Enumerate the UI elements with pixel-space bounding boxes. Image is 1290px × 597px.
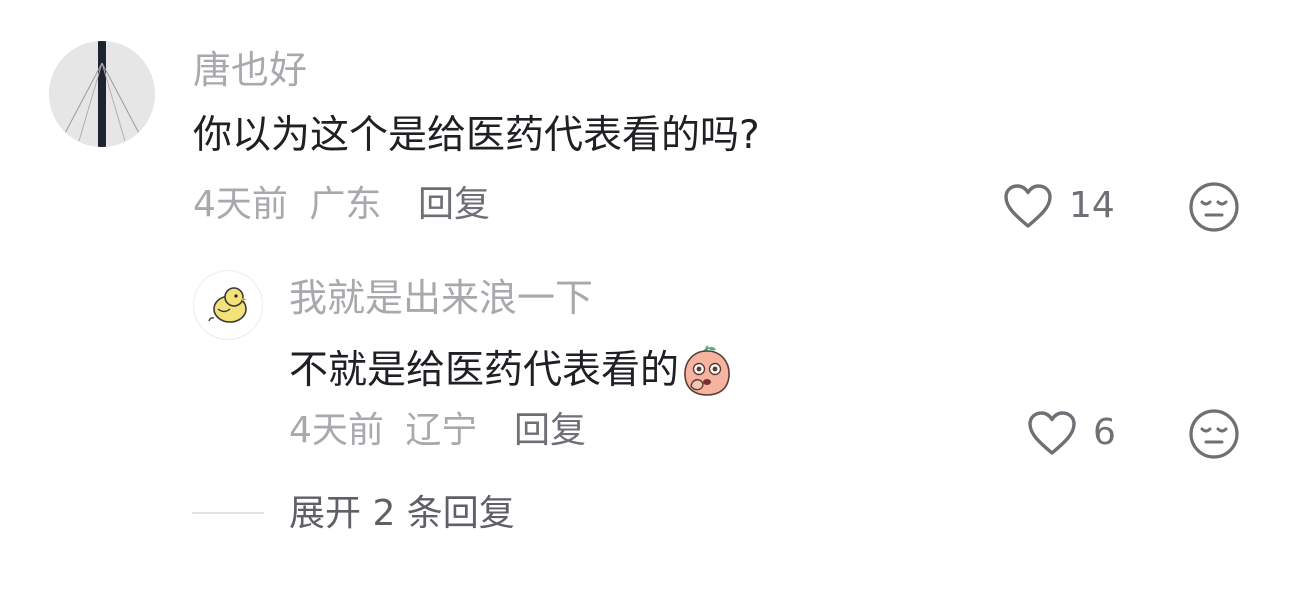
reply-text: 不就是给医药代表看的 (289, 347, 680, 393)
comment-text: 你以为这个是给医药代表看的吗? (193, 113, 760, 158)
peach-shy-emoji (684, 345, 730, 396)
heart-outline-icon (1004, 184, 1052, 228)
reply-button[interactable]: 回复 (418, 187, 490, 223)
comment-meta: 4天前 广东 (193, 187, 381, 223)
reply-content: 不就是给医药代表看的 (289, 342, 733, 398)
neutral-face-icon (1189, 409, 1239, 459)
expand-replies-button[interactable]: 展开 2 条回复 (289, 496, 515, 532)
reply-time: 4天前 (289, 410, 384, 451)
reply-meta: 4天前 辽宁 (289, 413, 477, 449)
comment-location: 广东 (309, 184, 382, 225)
like-button[interactable]: 14 (1003, 183, 1115, 229)
comment-time: 4天前 (193, 184, 288, 225)
neutral-face-icon (1189, 182, 1239, 232)
like-count: 14 (1069, 185, 1115, 226)
reply-dislike-button[interactable] (1188, 408, 1240, 464)
expand-divider (192, 512, 264, 514)
reply-like-count: 6 (1093, 412, 1116, 453)
avatar-image (49, 41, 155, 147)
comment-username[interactable]: 唐也好 (193, 51, 307, 89)
reply-location: 辽宁 (405, 410, 478, 451)
heart-outline-icon (1028, 411, 1076, 455)
reply-avatar[interactable] (193, 270, 263, 340)
chick-avatar-icon (208, 287, 247, 323)
reply-like-button[interactable]: 6 (1027, 410, 1116, 456)
commenter-avatar[interactable] (49, 41, 155, 147)
dislike-button[interactable] (1188, 181, 1240, 237)
reply-username[interactable]: 我就是出来浪一下 (289, 279, 593, 317)
reply-to-reply-button[interactable]: 回复 (514, 413, 586, 449)
